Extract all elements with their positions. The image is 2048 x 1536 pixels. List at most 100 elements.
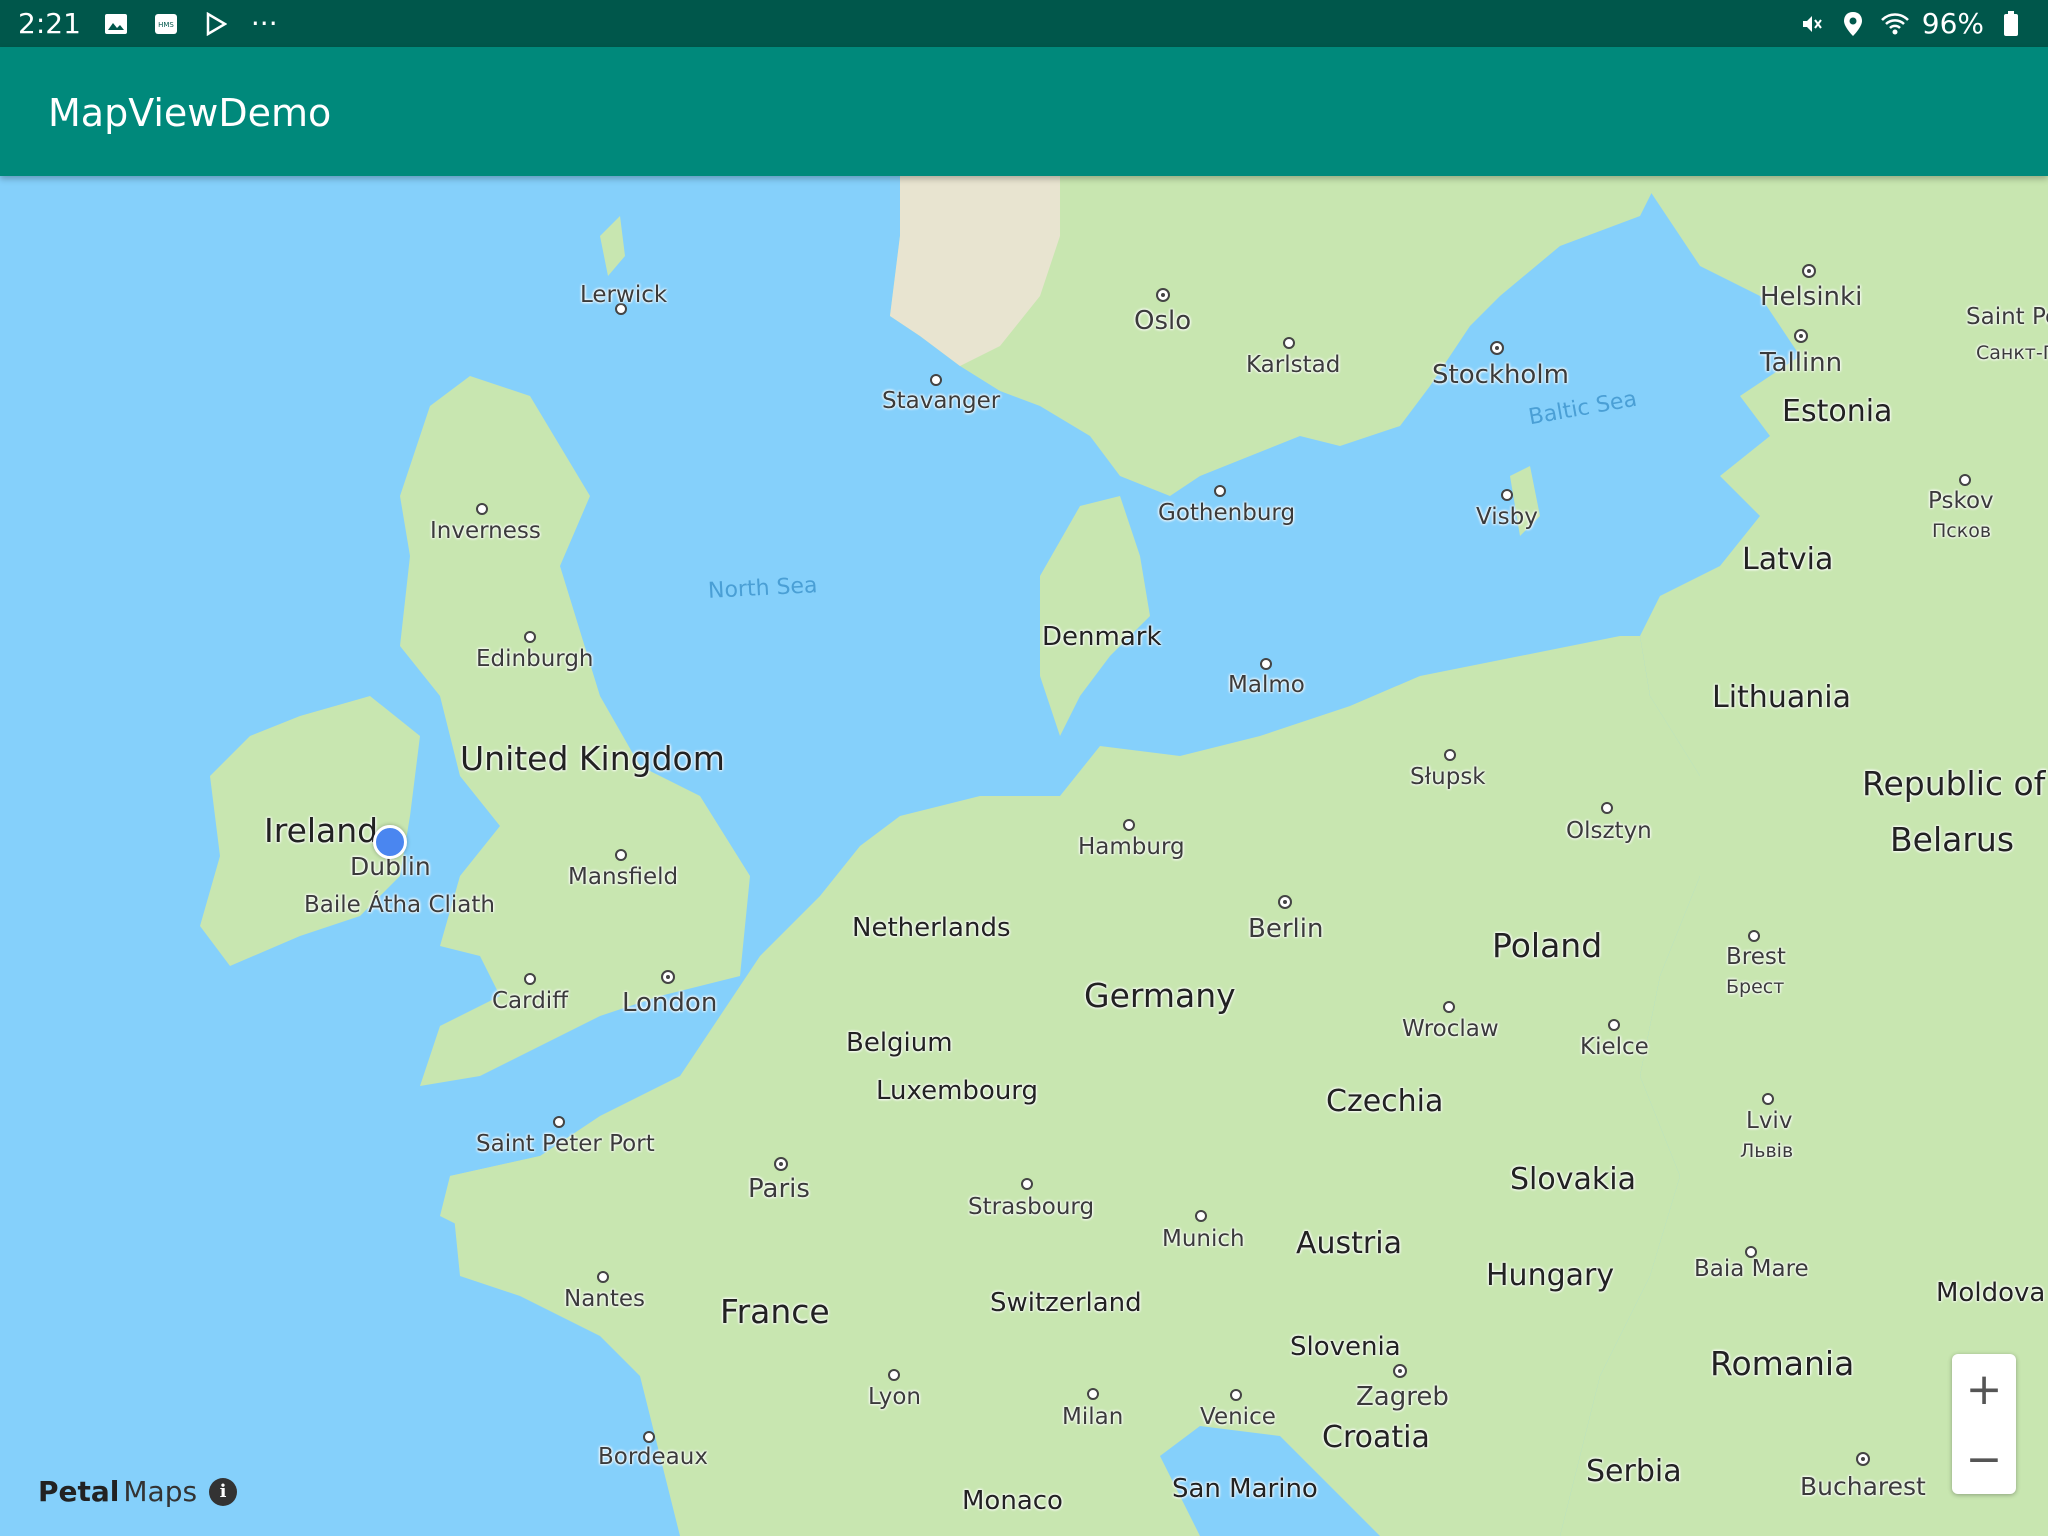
mute-icon [1796, 9, 1826, 39]
city-label-saint-petersburg: Saint Pe [1966, 304, 2048, 330]
capital-marker [1393, 1364, 1407, 1378]
wifi-icon [1880, 9, 1910, 39]
city-label-gothenburg: Gothenburg [1158, 500, 1296, 526]
capital-marker [1802, 264, 1816, 278]
country-label-slovenia: Slovenia [1290, 1332, 1401, 1362]
zoom-controls: + − [1952, 1354, 2016, 1494]
city-label-cardiff: Cardiff [492, 988, 569, 1014]
city-label-stockholm: Stockholm [1432, 360, 1569, 390]
gallery-icon [101, 9, 131, 39]
city-label-bucharest: Bucharest [1800, 1472, 1926, 1501]
country-label-croatia: Croatia [1322, 1420, 1430, 1455]
city-marker [524, 631, 536, 643]
city-marker [1601, 802, 1613, 814]
country-label-romania: Romania [1710, 1344, 1855, 1383]
play-store-icon [201, 9, 231, 39]
brand-petal: Petal [38, 1475, 120, 1508]
map-view[interactable]: North Sea Baltic Sea United Kingdom Irel… [0, 176, 2048, 1536]
battery-icon [1996, 9, 2026, 39]
status-bar: 2:21 HMS ··· 96% [0, 0, 2048, 47]
map-landmass [200, 176, 2048, 1536]
country-label-hungary: Hungary [1486, 1258, 1615, 1293]
country-label-ireland: Ireland [264, 811, 379, 850]
city-label-tallinn: Tallinn [1760, 348, 1843, 378]
city-marker [1283, 337, 1295, 349]
city-marker [476, 503, 488, 515]
country-label-slovakia: Slovakia [1510, 1162, 1636, 1197]
country-label-belarus-line1: Republic of [1862, 764, 2046, 803]
city-label-pskov: Pskov [1928, 488, 1994, 514]
brand-maps: Maps [123, 1475, 198, 1508]
city-label-inverness: Inverness [430, 518, 541, 544]
battery-level: 96% [1921, 7, 1984, 40]
denmark-land [1040, 496, 1150, 736]
country-label-austria: Austria [1296, 1226, 1402, 1261]
zoom-in-button[interactable]: + [1952, 1354, 2016, 1424]
city-marker [1123, 819, 1135, 831]
city-label-munich: Munich [1162, 1226, 1245, 1252]
country-label-luxembourg: Luxembourg [876, 1076, 1039, 1106]
city-label-visby: Visby [1476, 504, 1538, 530]
country-label-san-marino: San Marino [1172, 1474, 1318, 1504]
city-label-wroclaw: Wroclaw [1402, 1016, 1499, 1042]
city-marker [1214, 485, 1226, 497]
country-label-netherlands: Netherlands [852, 913, 1011, 943]
country-label-lithuania: Lithuania [1712, 680, 1851, 715]
city-marker [597, 1271, 609, 1283]
hms-icon: HMS [151, 9, 181, 39]
city-marker [1444, 749, 1456, 761]
city-label-brest: Brest [1726, 944, 1786, 970]
city-marker [1501, 489, 1513, 501]
city-label-stavanger: Stavanger [882, 388, 1001, 414]
city-label-helsinki: Helsinki [1760, 282, 1863, 312]
more-notifications: ··· [250, 7, 278, 40]
capital-marker [1490, 341, 1504, 355]
city-marker [553, 1116, 565, 1128]
info-icon[interactable]: i [209, 1477, 238, 1506]
city-label-london: London [622, 988, 718, 1018]
great-britain-land [400, 376, 750, 1086]
capital-marker [1856, 1452, 1870, 1466]
city-label-pskov-cyrillic: Псков [1932, 520, 1992, 542]
city-label-saint-petersburg-cyrillic: Санкт-П [1976, 342, 2048, 364]
city-label-edinburgh: Edinburgh [476, 646, 594, 672]
city-label-brest-cyrillic: Брест [1726, 976, 1785, 998]
city-label-nantes: Nantes [564, 1286, 646, 1312]
zoom-out-button[interactable]: − [1952, 1424, 2016, 1494]
city-label-paris: Paris [748, 1174, 810, 1204]
city-marker [615, 849, 627, 861]
my-location-marker[interactable] [373, 825, 407, 859]
city-label-lviv-cyrillic: Львів [1740, 1140, 1794, 1162]
city-marker [1443, 1001, 1455, 1013]
city-marker [888, 1369, 900, 1381]
capital-marker [1794, 329, 1808, 343]
country-label-germany: Germany [1084, 976, 1236, 1015]
petal-maps-attribution: Petal Maps i [38, 1475, 238, 1508]
city-label-baia-mare: Baia Mare [1694, 1256, 1809, 1282]
city-marker [1959, 474, 1971, 486]
location-icon [1838, 9, 1868, 39]
city-marker [643, 1431, 655, 1443]
country-label-estonia: Estonia [1782, 394, 1893, 429]
country-label-belgium: Belgium [846, 1028, 953, 1058]
city-label-karlstad: Karlstad [1246, 352, 1341, 378]
capital-marker [774, 1157, 788, 1171]
country-label-monaco: Monaco [962, 1486, 1063, 1516]
city-label-zagreb: Zagreb [1356, 1382, 1449, 1412]
app-bar: MapViewDemo [0, 47, 2048, 176]
city-marker [1195, 1210, 1207, 1222]
city-marker [524, 973, 536, 985]
country-label-denmark: Denmark [1042, 622, 1162, 652]
country-label-united-kingdom: United Kingdom [460, 739, 725, 778]
country-label-switzerland: Switzerland [990, 1288, 1142, 1318]
city-label-malmo: Malmo [1228, 672, 1305, 698]
app-title: MapViewDemo [48, 91, 332, 135]
country-label-serbia: Serbia [1586, 1454, 1682, 1489]
capital-marker [661, 970, 675, 984]
city-label-kielce: Kielce [1580, 1034, 1649, 1060]
city-label-slupsk: Słupsk [1410, 764, 1486, 790]
country-label-moldova: Moldova [1936, 1278, 2046, 1308]
city-label-berlin: Berlin [1248, 914, 1324, 944]
city-marker [1230, 1389, 1242, 1401]
city-marker [1087, 1388, 1099, 1400]
